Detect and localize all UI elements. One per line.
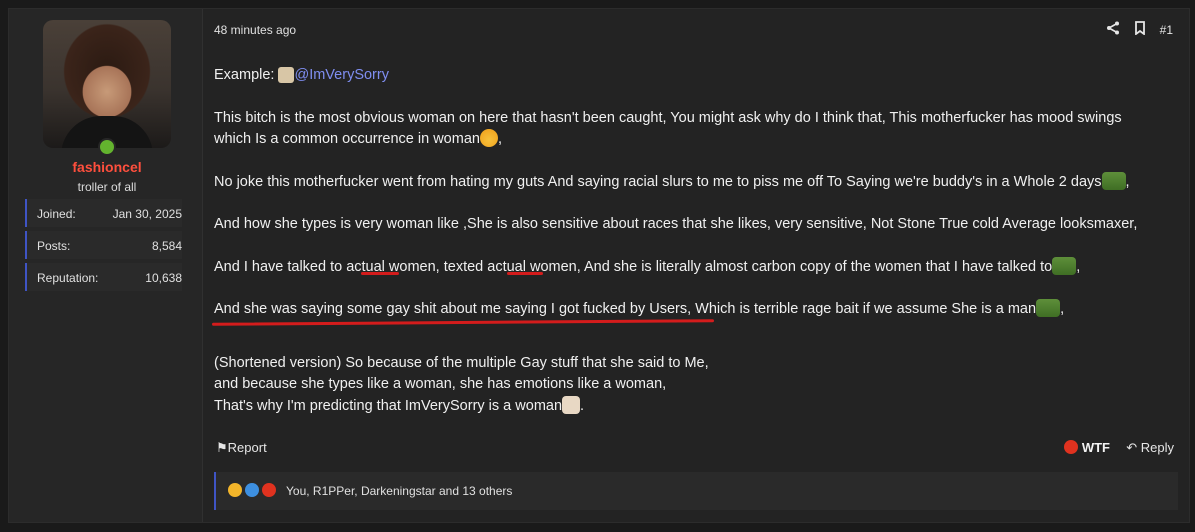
- example-label: Example:: [214, 67, 275, 83]
- body-line: and because she types like a woman, she …: [214, 376, 667, 392]
- body-line-text: And I have talked to actual women, texte…: [214, 258, 1053, 275]
- red-markup-underline: [361, 272, 399, 275]
- avatar[interactable]: [43, 20, 171, 148]
- wtf-label: WTF: [1081, 440, 1110, 455]
- report-button[interactable]: ⚑Report: [216, 440, 267, 456]
- stat-value: Jan 30, 2025: [112, 207, 182, 221]
- red-markup-underline: [507, 272, 543, 275]
- angry-react-icon: [262, 483, 276, 497]
- post-body: Example: @ImVerySorry This bitch is the …: [214, 65, 1174, 417]
- body-line: And how she types is very woman like ,Sh…: [214, 216, 1138, 232]
- body-line-with-emoji: which Is a common occurrence in woman,: [214, 129, 1174, 151]
- pepe-emoji-icon: [1036, 299, 1061, 317]
- post-actions: #1: [1106, 21, 1173, 38]
- body-line-with-emoji: And I have talked to actual women, texte…: [214, 256, 1174, 279]
- punctuation: .: [580, 397, 585, 414]
- pepe-emoji-icon: [1101, 171, 1126, 190]
- laughing-emoji-icon: [479, 129, 498, 147]
- stat-value: 8,584: [151, 239, 182, 253]
- angry-face-icon: [1064, 440, 1079, 454]
- laugh-react-icon: [228, 483, 242, 497]
- body-line-with-emoji: And she was saying some gay shit about m…: [214, 299, 1174, 321]
- stat-reputation: Reputation: 10,638: [25, 263, 182, 291]
- post-timestamp[interactable]: 48 minutes ago: [214, 23, 296, 37]
- stat-label: Reputation:: [37, 271, 99, 285]
- reaction-icons: [228, 483, 276, 497]
- body-line: This bitch is the most obvious woman on …: [214, 109, 1122, 126]
- body-line-text: No joke this motherfucker went from hati…: [214, 173, 1102, 190]
- post-number[interactable]: #1: [1160, 23, 1173, 37]
- user-title: troller of all: [77, 180, 137, 194]
- punctuation: ,: [1076, 258, 1081, 275]
- reactions-list[interactable]: You, R1PPer, Darkeningstar and 13 others: [286, 484, 512, 498]
- reply-button[interactable]: ↶ Reply: [1126, 440, 1174, 456]
- punctuation: ,: [497, 131, 502, 147]
- online-indicator: [98, 138, 116, 156]
- reply-label: Reply: [1140, 440, 1174, 455]
- user-panel: fashioncel troller of all Joined: Jan 30…: [9, 9, 203, 522]
- reactions-bar[interactable]: You, R1PPer, Darkeningstar and 13 others: [214, 472, 1178, 510]
- body-line-text: That's why I'm predicting that ImVerySor…: [214, 397, 563, 414]
- stat-posts: Posts: 8,584: [25, 231, 182, 259]
- wtf-react-button[interactable]: WTF: [1064, 440, 1110, 455]
- punctuation: ,: [1125, 173, 1130, 190]
- post-main: 48 minutes ago #1 Example: @ImVerySorry …: [211, 9, 1189, 522]
- body-line-with-emoji: No joke this motherfucker went from hati…: [214, 171, 1174, 194]
- punctuation: ,: [1060, 301, 1065, 317]
- mention-link[interactable]: @ImVerySorry: [294, 67, 388, 83]
- like-react-icon: [245, 483, 259, 497]
- body-line-text: And she was saying some gay shit about m…: [214, 301, 1037, 317]
- share-icon[interactable]: [1106, 21, 1120, 38]
- body-line: (Shortened version) So because of the mu…: [214, 354, 709, 371]
- body-line-text: which Is a common occurrence in woman: [214, 131, 480, 147]
- mention-avatar-icon: [278, 67, 295, 83]
- post-card: fashioncel troller of all Joined: Jan 30…: [8, 8, 1190, 523]
- hand-emoji-icon: [562, 395, 581, 414]
- body-line-with-emoji: That's why I'm predicting that ImVerySor…: [214, 395, 1174, 418]
- bell-icon: ⚑: [216, 440, 228, 455]
- report-label: Report: [227, 440, 267, 455]
- stat-label: Posts:: [37, 239, 71, 253]
- bookmark-icon[interactable]: [1134, 21, 1146, 38]
- angry-pepe-emoji-icon: [1052, 256, 1077, 275]
- example-line: Example: @ImVerySorry: [214, 65, 1174, 87]
- username[interactable]: fashioncel: [9, 159, 205, 175]
- stat-value: 10,638: [145, 271, 182, 285]
- reply-icon: ↶: [1126, 440, 1138, 455]
- stat-joined: Joined: Jan 30, 2025: [25, 199, 182, 227]
- stat-label: Joined:: [37, 207, 76, 221]
